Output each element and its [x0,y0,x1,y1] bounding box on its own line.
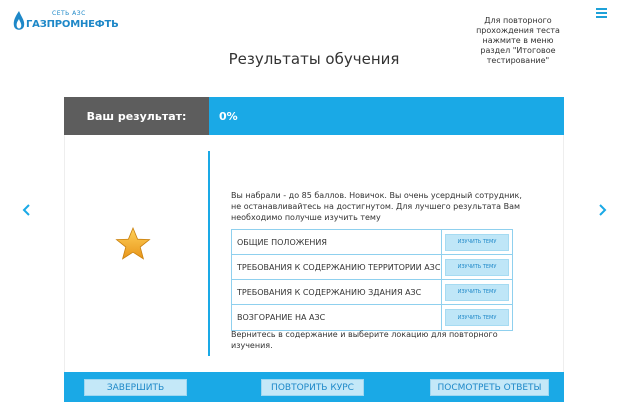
study-topic-button[interactable]: ИЗУЧИТЬ ТЕМУ [445,283,509,301]
result-panel: Вы набрали - до 85 баллов. Новичок. Вы о… [64,135,564,372]
hamburger-icon-line [596,8,607,10]
vertical-divider [208,151,210,356]
table-row: ТРЕБОВАНИЯ К СОДЕРЖАНИЮ ЗДАНИЯ АЗС ИЗУЧИ… [232,280,512,305]
result-message: Вы набрали - до 85 баллов. Новичок. Вы о… [231,191,522,222]
table-row: ВОЗГОРАНИЕ НА АЗС ИЗУЧИТЬ ТЕМУ [232,305,512,330]
study-topic-button[interactable]: ИЗУЧИТЬ ТЕМУ [445,233,509,251]
topic-name: ТРЕБОВАНИЯ К СОДЕРЖАНИЮ ЗДАНИЯ АЗС [232,280,442,304]
topic-name: ОБЩИЕ ПОЛОЖЕНИЯ [232,230,442,254]
logo-title: ГАЗПРОМНЕФТЬ [26,19,119,30]
topics-table: ОБЩИЕ ПОЛОЖЕНИЯ ИЗУЧИТЬ ТЕМУ ТРЕБОВАНИЯ … [231,229,513,331]
result-value: 0% [209,97,564,135]
finish-button[interactable]: ЗАВЕРШИТЬ [84,379,187,396]
logo-subtitle: СЕТЬ АЗС [52,10,86,17]
chevron-right-icon [599,204,607,216]
hamburger-icon-line [596,12,607,14]
return-instruction: Вернитесь в содержание и выберите локаци… [231,330,498,350]
study-topic-button[interactable]: ИЗУЧИТЬ ТЕМУ [445,309,509,326]
table-row: ОБЩИЕ ПОЛОЖЕНИЯ ИЗУЧИТЬ ТЕМУ [232,230,512,255]
table-row: ТРЕБОВАНИЯ К СОДЕРЖАНИЮ ТЕРРИТОРИИ АЗС И… [232,255,512,280]
page-title: Результаты обучения [228,50,400,68]
results-page: СЕТЬ АЗС ГАЗПРОМНЕФТЬ Для повторного про… [0,0,631,409]
flame-icon [13,11,25,30]
hamburger-icon-line [596,16,607,18]
topic-name: ВОЗГОРАНИЕ НА АЗС [232,305,442,330]
hamburger-menu-button[interactable] [595,6,609,20]
study-topic-button[interactable]: ИЗУЧИТЬ ТЕМУ [445,258,509,276]
star-icon [115,227,151,260]
repeat-course-button[interactable]: ПОВТОРИТЬ КУРС [261,379,364,396]
prev-arrow-button[interactable] [20,203,34,217]
gazpromneft-logo: СЕТЬ АЗС ГАЗПРОМНЕФТЬ [12,8,119,36]
topic-name: ТРЕБОВАНИЯ К СОДЕРЖАНИЮ ТЕРРИТОРИИ АЗС [232,255,442,279]
action-bar: ЗАВЕРШИТЬ ПОВТОРИТЬ КУРС ПОСМОТРЕТЬ ОТВЕ… [64,372,564,402]
result-label: Ваш результат: [64,97,209,135]
next-arrow-button[interactable] [595,203,609,217]
result-bar: Ваш результат: 0% [64,97,564,135]
view-answers-button[interactable]: ПОСМОТРЕТЬ ОТВЕТЫ [430,379,549,396]
chevron-left-icon [22,204,30,216]
